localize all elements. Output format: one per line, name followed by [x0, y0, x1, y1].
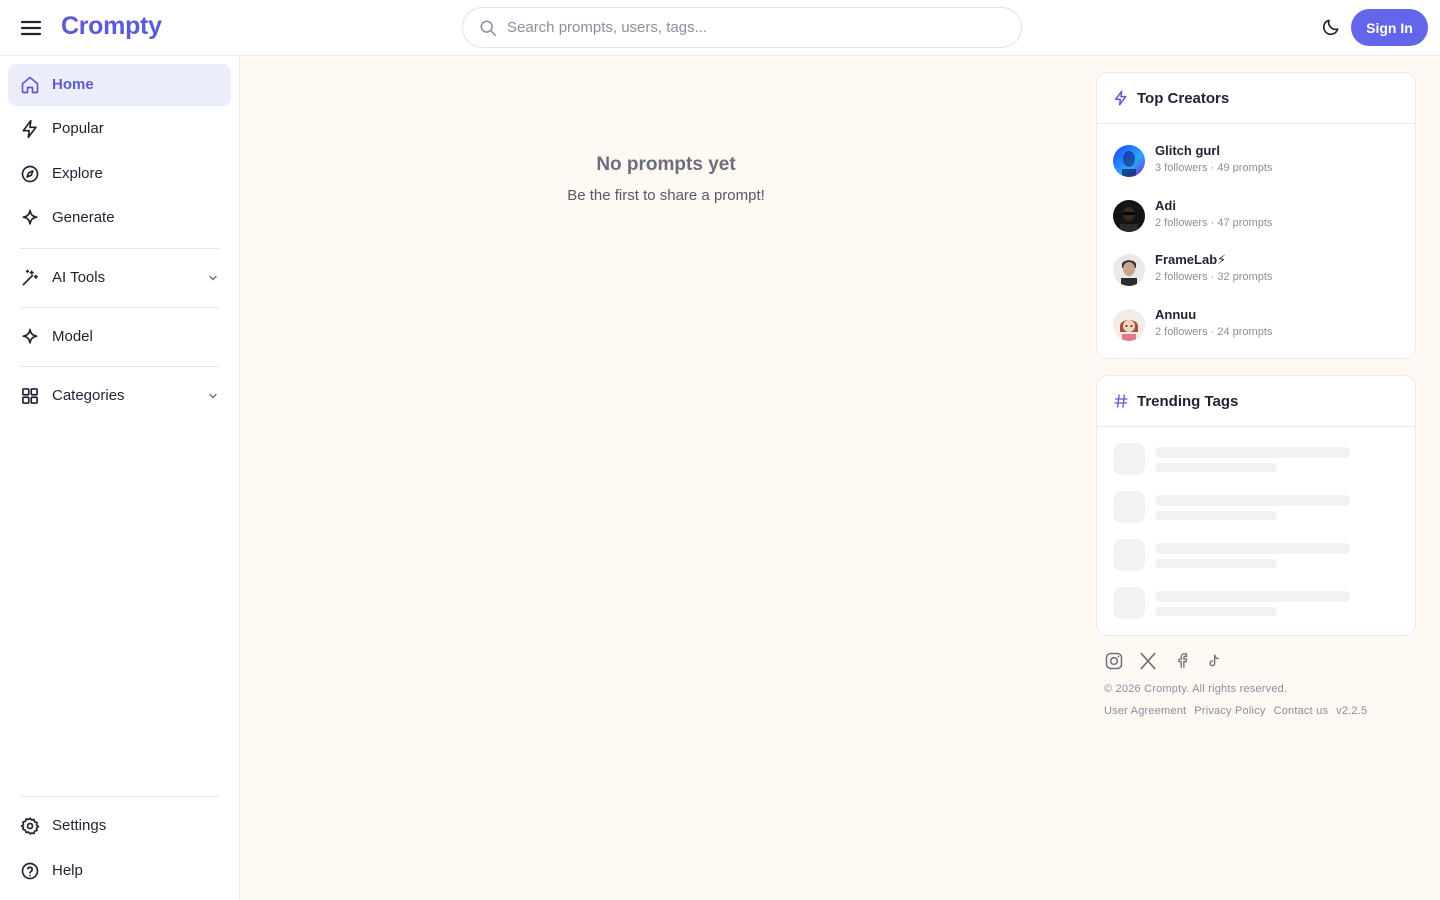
avatar: [1113, 254, 1145, 286]
sidebar-item-label: Help: [52, 862, 83, 879]
search-bar[interactable]: [462, 7, 1022, 48]
trending-tags-card: Trending Tags: [1096, 375, 1416, 636]
zap-icon: [1114, 90, 1127, 106]
facebook-link[interactable]: [1171, 650, 1193, 672]
creator-name: Adi: [1155, 198, 1176, 213]
creator-name: Glitch gurl: [1155, 143, 1220, 158]
sidebar-divider: [20, 248, 219, 249]
card-header: Top Creators: [1097, 73, 1415, 124]
creator-meta: 3 followers · 49 prompts: [1155, 162, 1273, 174]
loading-skeleton: [1113, 587, 1353, 619]
sidebar-divider: [20, 307, 219, 308]
creator-name: FrameLab⚡: [1155, 252, 1227, 267]
sidebar-item-home[interactable]: Home: [8, 64, 231, 106]
sign-in-button[interactable]: Sign In: [1351, 9, 1428, 46]
sidebar-item-explore[interactable]: Explore: [8, 153, 231, 195]
theme-toggle-button[interactable]: [1319, 15, 1343, 39]
sidebar-item-settings[interactable]: Settings: [8, 805, 231, 847]
sidebar-item-popular[interactable]: Popular: [8, 108, 231, 150]
card-header: Trending Tags: [1097, 376, 1415, 427]
grid-icon: [22, 388, 38, 404]
avatar: [1113, 309, 1145, 341]
chevron-down-icon: [209, 275, 217, 281]
creator-item[interactable]: FrameLab⚡ 2 followers · 32 prompts: [1113, 252, 1403, 288]
sidebar: Home Popular Explore Generate AI Tools M…: [0, 56, 240, 900]
loading-skeleton: [1113, 443, 1353, 475]
card-title: Trending Tags: [1137, 393, 1239, 410]
sidebar-item-label: Settings: [52, 817, 107, 834]
search-icon: [480, 20, 496, 36]
footer-links: User Agreement Privacy Policy Contact us v2…: [1104, 705, 1367, 717]
gear-icon: [20, 817, 40, 835]
loading-skeleton: [1113, 491, 1353, 523]
avatar: [1113, 145, 1145, 177]
x-icon: [1140, 652, 1156, 670]
user-agreement-link[interactable]: User Agreement: [1104, 705, 1186, 717]
privacy-policy-link[interactable]: Privacy Policy: [1194, 705, 1265, 717]
search-input[interactable]: [507, 8, 1007, 47]
zap-icon: [22, 119, 37, 139]
help-circle-icon: [21, 862, 39, 880]
top-header: Crompty Sign In: [0, 0, 1440, 56]
sidebar-divider: [20, 366, 219, 367]
instagram-link[interactable]: [1103, 650, 1125, 672]
creator-item[interactable]: Annuu 2 followers · 24 prompts: [1113, 307, 1403, 343]
creator-item[interactable]: Glitch gurl 3 followers · 49 prompts: [1113, 143, 1403, 179]
sidebar-item-model[interactable]: Model: [8, 316, 231, 358]
main-content: No prompts yet Be the first to share a p…: [240, 56, 1440, 900]
loading-skeleton: [1113, 539, 1353, 571]
version-label: v2.2.5: [1336, 705, 1368, 717]
empty-state-subtitle: Be the first to share a prompt!: [567, 187, 765, 204]
creator-meta: 2 followers · 47 prompts: [1155, 217, 1273, 229]
home-icon: [21, 76, 39, 94]
x-link[interactable]: [1137, 650, 1159, 672]
hamburger-icon: [20, 20, 42, 36]
creator-name: Annuu: [1155, 307, 1197, 322]
chevron-down-icon: [209, 393, 217, 399]
sparkle-icon: [22, 209, 38, 225]
creator-item[interactable]: Adi 2 followers · 47 prompts: [1113, 198, 1403, 234]
copyright-text: © 2026 Crompty. All rights reserved.: [1104, 683, 1288, 695]
sidebar-item-ai-tools[interactable]: AI Tools: [8, 257, 231, 299]
contact-us-link[interactable]: Contact us: [1274, 705, 1329, 717]
sidebar-divider: [20, 796, 219, 797]
instagram-icon: [1105, 652, 1123, 670]
moon-icon: [1322, 19, 1339, 36]
card-title: Top Creators: [1137, 90, 1230, 107]
sidebar-item-label: Home: [52, 76, 94, 93]
empty-state-title: No prompts yet: [596, 154, 736, 175]
sidebar-item-label: AI Tools: [52, 269, 106, 286]
sidebar-item-label: Generate: [52, 209, 115, 226]
sparkle-icon: [22, 328, 38, 344]
hashtag-icon: [1114, 394, 1128, 408]
sidebar-item-label: Categories: [52, 387, 125, 404]
sidebar-item-label: Popular: [52, 120, 104, 137]
menu-button[interactable]: [16, 14, 46, 42]
compass-icon: [21, 165, 39, 183]
sidebar-item-generate[interactable]: Generate: [8, 197, 231, 239]
sidebar-item-categories[interactable]: Categories: [8, 375, 231, 417]
creator-meta: 2 followers · 32 prompts: [1155, 271, 1273, 283]
sidebar-item-label: Explore: [52, 165, 103, 182]
sidebar-item-help[interactable]: Help: [8, 850, 231, 892]
top-creators-card: Top Creators Glitch gurl 3 followers · 4…: [1096, 72, 1416, 359]
sidebar-item-label: Model: [52, 328, 93, 345]
tiktok-link[interactable]: [1203, 650, 1225, 672]
creator-meta: 2 followers · 24 prompts: [1155, 326, 1273, 338]
logo[interactable]: Crompty: [61, 12, 162, 41]
facebook-icon: [1178, 653, 1188, 668]
avatar: [1113, 200, 1145, 232]
wand-icon: [22, 269, 38, 286]
tiktok-icon: [1209, 654, 1219, 667]
